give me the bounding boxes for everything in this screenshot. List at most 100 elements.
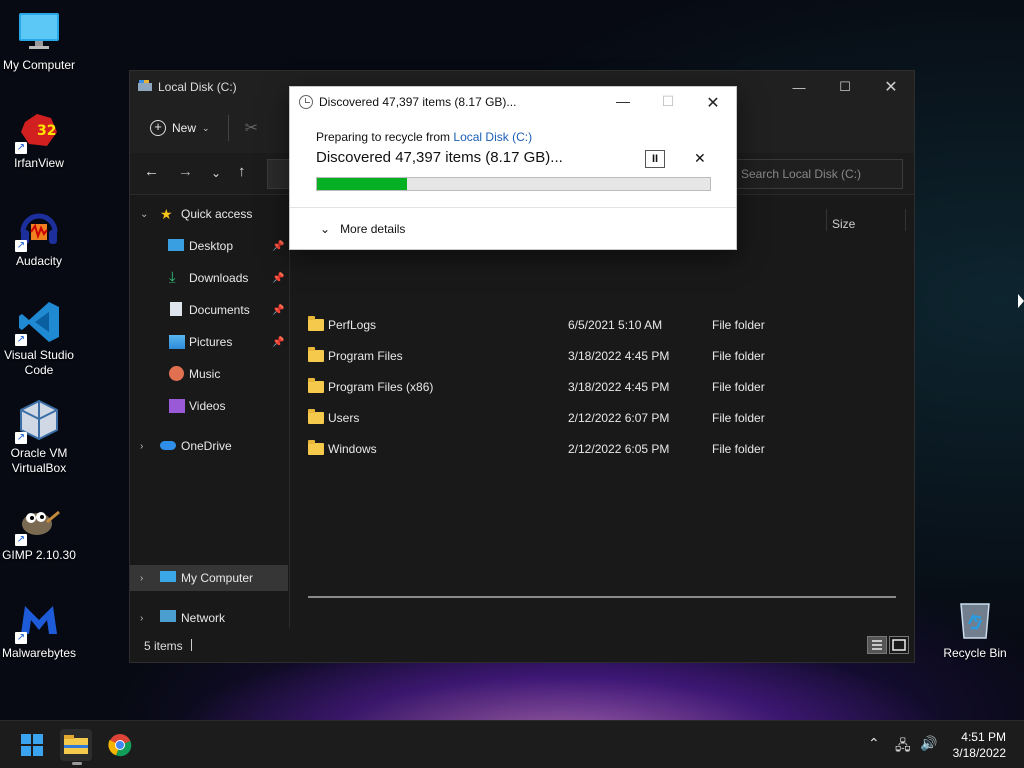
details-view-icon (872, 640, 882, 650)
dialog-close-button[interactable]: ✕ (701, 93, 725, 113)
sidebar-item-my-computer[interactable]: › My Computer (130, 565, 288, 591)
pin-icon[interactable]: 📌 (272, 241, 284, 252)
pin-icon[interactable]: 📌 (272, 273, 284, 284)
up-arrow-icon[interactable]: ↑ (238, 163, 246, 180)
search-input[interactable]: Search Local Disk (C:) (728, 159, 903, 189)
monitor-icon (160, 571, 176, 582)
desktop-icon-label: Visual Studio Code (4, 348, 74, 377)
desktop-icon-label: Recycle Bin (943, 646, 1007, 660)
sidebar-item-label: Music (189, 367, 221, 381)
sidebar-item-desktop[interactable]: Desktop 📌 (130, 233, 288, 259)
desktop-icon-vscode[interactable]: ↗ Visual Studio Code (0, 300, 78, 378)
chevron-down-icon: ⌄ (140, 208, 149, 220)
desktop-icon-recycle-bin[interactable]: Recycle Bin (936, 598, 1014, 661)
desktop-icon-virtualbox[interactable]: ↗ Oracle VM VirtualBox (0, 398, 78, 476)
table-row[interactable]: Program Files 3/18/2022 4:45 PM File fol… (308, 344, 908, 370)
shortcut-arrow-icon: ↗ (15, 534, 27, 546)
table-row[interactable]: Users 2/12/2022 6:07 PM File folder (308, 406, 908, 432)
file-date: 6/5/2021 5:10 AM (568, 318, 663, 332)
desktop-icon-gimp[interactable]: ↗ GIMP 2.10.30 (0, 500, 78, 563)
audacity-icon: ↗ (15, 206, 61, 252)
pin-icon[interactable]: 📌 (272, 337, 284, 348)
desktop-icon-label: Audacity (15, 254, 63, 268)
cut-icon[interactable]: ✂ (245, 118, 258, 138)
taskbar-file-explorer[interactable] (60, 729, 92, 765)
sidebar-item-documents[interactable]: Documents 📌 (130, 297, 288, 323)
cancel-operation-button[interactable]: ✕ (694, 150, 706, 167)
desktop-icon-my-computer[interactable]: My Computer (0, 10, 78, 73)
pause-button[interactable]: II (645, 150, 665, 168)
more-details-toggle[interactable]: ⌄ More details (320, 222, 405, 236)
pin-icon[interactable]: 📌 (272, 305, 284, 316)
file-name: Windows (328, 442, 377, 456)
recycle-progress-dialog[interactable]: Discovered 47,397 items (8.17 GB)... — ☐… (289, 86, 737, 250)
sidebar-item-label: Desktop (189, 239, 234, 253)
progress-bar (316, 177, 711, 191)
sidebar-item-videos[interactable]: Videos (130, 393, 288, 419)
mouse-cursor-icon (1018, 294, 1024, 308)
sidebar-item-onedrive[interactable]: › OneDrive (130, 433, 288, 459)
file-type: File folder (712, 380, 765, 394)
source-link[interactable]: Local Disk (C:) (453, 130, 532, 144)
file-type: File folder (712, 411, 765, 425)
sidebar-item-downloads[interactable]: ⤓ Downloads 📌 (130, 265, 288, 291)
folder-icon (308, 409, 324, 424)
clock-time: 4:51 PM (961, 730, 1006, 744)
cloud-icon (160, 441, 176, 450)
desktop-icon-malwarebytes[interactable]: ↗ Malwarebytes (0, 598, 78, 661)
sidebar-item-music[interactable]: Music (130, 361, 288, 387)
start-button[interactable] (16, 729, 48, 761)
show-hidden-icons-chevron-icon[interactable]: ⌃ (868, 735, 880, 752)
file-date: 2/12/2022 6:07 PM (568, 411, 670, 425)
new-button-label: New (172, 121, 197, 135)
back-arrow-icon[interactable]: ← (144, 163, 159, 180)
file-name: Program Files (x86) (328, 380, 434, 394)
folder-icon (308, 440, 324, 455)
recent-locations-chevron-icon[interactable]: ⌄ (211, 166, 221, 180)
folder-icon (308, 378, 324, 393)
taskbar-clock[interactable]: 4:51 PM 3/18/2022 (953, 729, 1006, 761)
table-row[interactable]: Windows 2/12/2022 6:05 PM File folder (308, 437, 908, 463)
dialog-minimize-button[interactable]: — (611, 93, 635, 109)
taskbar-chrome[interactable] (104, 729, 136, 761)
new-button[interactable]: + New ⌄ (150, 120, 210, 136)
status-bar: 5 items (130, 628, 914, 662)
monitor-icon (17, 10, 61, 54)
horizontal-scrollbar[interactable] (308, 596, 896, 598)
tiles-view-button[interactable] (889, 636, 909, 654)
minimize-button[interactable]: — (776, 71, 822, 103)
column-header-size[interactable]: Size (832, 217, 855, 231)
desktop-icon-irfanview[interactable]: 32 ↗ IrfanView (0, 108, 78, 171)
windows-logo-icon (21, 734, 43, 756)
chevron-right-icon: › (140, 440, 144, 452)
maximize-button[interactable]: ☐ (822, 71, 868, 103)
details-view-button[interactable] (867, 636, 887, 654)
desktop-icon-audacity[interactable]: ↗ Audacity (0, 206, 78, 269)
column-divider (905, 209, 906, 231)
network-status-icon[interactable]: 🖧 (895, 735, 911, 759)
dialog-divider (290, 207, 736, 208)
sidebar-item-pictures[interactable]: Pictures 📌 (130, 329, 288, 355)
gimp-icon: ↗ (15, 500, 61, 546)
table-row[interactable]: Program Files (x86) 3/18/2022 4:45 PM Fi… (308, 375, 908, 401)
dialog-title-bar[interactable]: Discovered 47,397 items (8.17 GB)... — ☐… (290, 87, 736, 117)
table-row[interactable]: PerfLogs 6/5/2021 5:10 AM File folder (308, 313, 908, 339)
pictures-icon (169, 335, 185, 349)
shortcut-arrow-icon: ↗ (15, 142, 27, 154)
navigation-pane: ⌄ ★ Quick access Desktop 📌 ⤓ Downloads 📌… (130, 195, 290, 628)
clock-icon (299, 95, 313, 109)
network-icon (160, 610, 176, 622)
file-date: 3/18/2022 4:45 PM (568, 349, 670, 363)
close-button[interactable]: ✕ (868, 71, 914, 103)
progress-headline: Discovered 47,397 items (8.17 GB)... (316, 149, 563, 166)
sidebar-item-label: OneDrive (181, 439, 232, 453)
volume-icon[interactable]: 🔊 (920, 735, 937, 752)
file-date: 2/12/2022 6:05 PM (568, 442, 670, 456)
preparing-text: Preparing to recycle from Local Disk (C:… (316, 130, 532, 144)
file-type: File folder (712, 318, 765, 332)
sidebar-item-quick-access[interactable]: ⌄ ★ Quick access (130, 201, 288, 227)
chrome-icon (108, 734, 132, 757)
desktop-icon-label: GIMP 2.10.30 (2, 548, 76, 562)
file-name: PerfLogs (328, 318, 377, 332)
forward-arrow-icon[interactable]: → (178, 163, 193, 180)
